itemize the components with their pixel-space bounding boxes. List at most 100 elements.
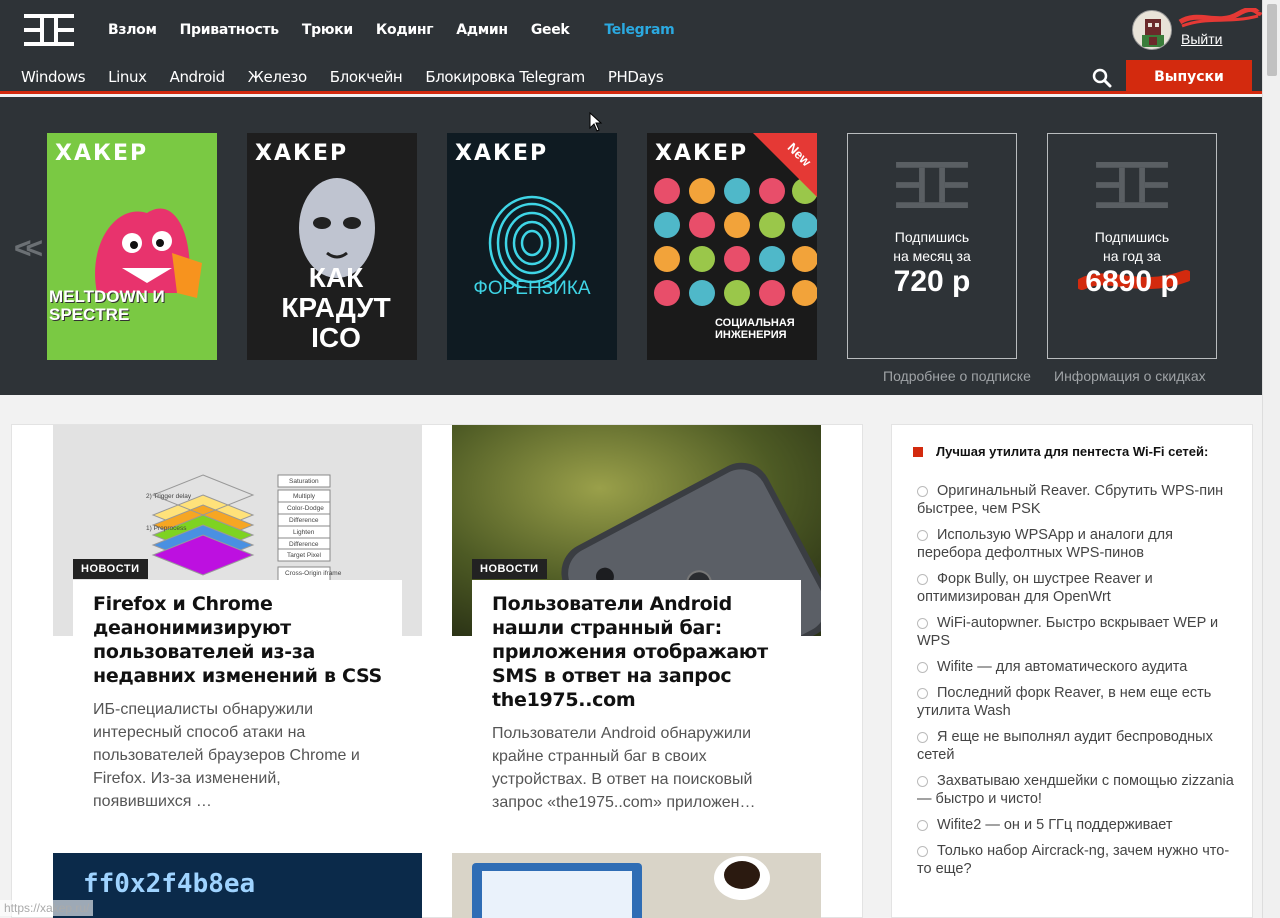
category-windows[interactable]: Windows <box>21 68 86 86</box>
nav-link-privacy[interactable]: Приватность <box>180 22 280 38</box>
subscribe-logo-icon <box>896 162 968 208</box>
diagram-label-difference-2: Difference <box>289 541 319 548</box>
category-bar: Windows Linux Android Железо Блокчейн Бл… <box>0 60 1262 94</box>
radio-button[interactable] <box>917 820 928 831</box>
poll-option-label[interactable]: Wifite — для автоматического аудита <box>937 659 1187 675</box>
radio-button[interactable] <box>917 486 928 497</box>
cover-masthead: ХАКЕР <box>455 141 549 166</box>
nav-link-tricks[interactable]: Трюки <box>302 22 353 38</box>
poll-option-label[interactable]: Оригинальный Reaver. Сбрутить WPS-пин бы… <box>917 483 1223 517</box>
subscribe-year-line1: Подпишись <box>1094 229 1170 245</box>
diagram-label-color-dodge: Color-Dodge <box>287 505 324 512</box>
poll-option[interactable]: Wifite2 — он и 5 ГГц поддерживает <box>917 816 1237 834</box>
radio-button[interactable] <box>917 776 928 787</box>
diagram-label-lighten: Lighten <box>293 529 315 536</box>
diagram-label-difference: Difference <box>289 517 319 524</box>
diagram-label-saturation: Saturation <box>289 478 319 485</box>
nav-link-geek[interactable]: Geek <box>531 22 570 38</box>
category-phdays[interactable]: PHDays <box>608 68 664 86</box>
nav-link-admin[interactable]: Админ <box>456 22 508 38</box>
issues-button[interactable]: Выпуски <box>1126 60 1252 94</box>
article-2-excerpt: Пользователи Android обнаружили крайне с… <box>492 725 756 811</box>
cover-issue-230[interactable]: ХАКЕР СОЦИАЛЬНАЯ ИНЖЕНЕРИЯ New <box>647 133 817 360</box>
subscribe-year-price: 6890 р <box>1085 265 1179 298</box>
poll-option-label[interactable]: WiFi-autopwner. Быстро вскрывает WEP и W… <box>917 615 1218 649</box>
cover-headline: MELTDOWN И SPECTRE <box>49 287 165 324</box>
article-1-card[interactable]: Firefox и Chrome деанонимизируют пользов… <box>73 580 402 813</box>
cover-masthead: ХАКЕР <box>55 141 149 166</box>
poll-option[interactable]: Последний форк Reaver, в нем еще есть ут… <box>917 684 1237 720</box>
poll-sidebar: Лучшая утилита для пентеста Wi-Fi сетей:… <box>891 424 1253 918</box>
poll-option-label[interactable]: Использую WPSApp и аналоги для перебора … <box>917 527 1173 561</box>
category-android[interactable]: Android <box>170 68 226 86</box>
discount-info-link[interactable]: Информация о скидках <box>1054 368 1206 384</box>
cover-headline: СОЦИАЛЬНАЯ ИНЖЕНЕРИЯ <box>715 317 795 341</box>
poll-option[interactable]: Форк Bully, он шустрее Reaver и оптимизи… <box>917 570 1237 606</box>
poll-option-label[interactable]: Только набор Aircrack-ng, зачем нужно чт… <box>917 843 1229 877</box>
fingerprint-icon <box>488 195 576 288</box>
cover-issue-227[interactable]: ХАКЕР MELTDOWN И SPECTRE <box>47 133 217 360</box>
poll-option-label[interactable]: Я еще не выполнял аудит беспроводных сет… <box>917 729 1213 763</box>
poll-option-label[interactable]: Wifite2 — он и 5 ГГц поддерживает <box>937 817 1173 833</box>
article-1-tag[interactable]: НОВОСТИ <box>73 559 148 579</box>
scrollbar-thumb[interactable] <box>1267 4 1277 76</box>
logout-link[interactable]: Выйти <box>1181 31 1222 47</box>
diagram-label-target-pixel: Target Pixel <box>287 552 322 559</box>
poll-option[interactable]: Wifite — для автоматического аудита <box>917 658 1237 676</box>
nav-link-hacking[interactable]: Взлом <box>108 22 157 38</box>
poll-option[interactable]: Только набор Aircrack-ng, зачем нужно чт… <box>917 842 1237 878</box>
category-hardware[interactable]: Железо <box>248 68 307 86</box>
radio-button[interactable] <box>917 732 928 743</box>
poll-option-label[interactable]: Форк Bully, он шустрее Reaver и оптимизи… <box>917 571 1153 605</box>
poll-option-label[interactable]: Последний форк Reaver, в нем еще есть ут… <box>917 685 1211 719</box>
article-2-card[interactable]: Пользователи Android нашли странный баг:… <box>472 580 801 814</box>
poll-option[interactable]: Я еще не выполнял аудит беспроводных сет… <box>917 728 1237 764</box>
redacted-username-scribble <box>1178 8 1262 28</box>
radio-button[interactable] <box>917 846 928 857</box>
article-3-image[interactable]: ff0x2f4b8ea <box>53 853 422 918</box>
diagram-label-cross-origin: Cross-Origin iframe <box>285 570 342 577</box>
nav-link-coding[interactable]: Кодинг <box>376 22 434 38</box>
hex-code-text: ff0x2f4b8ea <box>83 869 256 899</box>
radio-button[interactable] <box>917 662 928 673</box>
cover-masthead: ХАКЕР <box>255 141 349 166</box>
category-blockchain[interactable]: Блокчейн <box>330 68 403 86</box>
radio-button[interactable] <box>917 574 928 585</box>
article-2-tag[interactable]: НОВОСТИ <box>472 559 547 579</box>
diagram-label-preprocess: 1) Preprocess <box>146 525 187 532</box>
subscription-details-link[interactable]: Подробнее о подписке <box>883 368 1031 384</box>
poll-option[interactable]: Оригинальный Reaver. Сбрутить WPS-пин бы… <box>917 482 1237 518</box>
cover-issue-228[interactable]: ХАКЕР КАК КРАДУТ ICO <box>247 133 417 360</box>
subscribe-month-box[interactable]: Подпишись на месяц за 720 р <box>847 133 1017 359</box>
poll-option[interactable]: WiFi-autopwner. Быстро вскрывает WEP и W… <box>917 614 1237 650</box>
radio-button[interactable] <box>917 688 928 699</box>
subscribe-month-price: 720 р <box>893 265 971 298</box>
subscribe-logo-icon <box>1096 162 1168 208</box>
article-2-title[interactable]: Пользователи Android нашли странный баг:… <box>492 592 781 712</box>
article-1-title[interactable]: Firefox и Chrome деанонимизируют пользов… <box>93 592 382 688</box>
poll-option[interactable]: Использую WPSApp и аналоги для перебора … <box>917 526 1237 562</box>
page-scrollbar[interactable] <box>1262 0 1280 918</box>
cover-masthead: ХАКЕР <box>655 141 749 166</box>
poll-option[interactable]: Захватываю хендшейки с помощью zizzania … <box>917 772 1237 808</box>
cover-issue-229[interactable]: ХАКЕР ФОРЕНЗИКА <box>447 133 617 360</box>
search-icon[interactable] <box>1092 68 1112 88</box>
desk-photo-icon <box>472 856 770 918</box>
subscribe-year-box[interactable]: Подпишись на год за 6890 р <box>1047 133 1217 359</box>
status-bar-url: https://xakep.ru/ <box>0 900 94 916</box>
mouse-cursor-icon <box>589 112 603 132</box>
article-4-image[interactable] <box>452 853 821 918</box>
poll-option-label[interactable]: Захватываю хендшейки с помощью zizzania … <box>917 773 1234 807</box>
category-telegram-block[interactable]: Блокировка Telegram <box>425 68 585 86</box>
radio-button[interactable] <box>917 618 928 629</box>
subscribe-year-line2: на год за <box>1103 248 1161 264</box>
carousel-prev-icon[interactable]: << <box>14 232 43 266</box>
cover-headline: КАК КРАДУТ ICO <box>281 262 391 353</box>
cover-headline: ФОРЕНЗИКА <box>473 278 591 299</box>
avatar[interactable] <box>1132 10 1172 50</box>
site-logo[interactable] <box>24 14 74 46</box>
radio-button[interactable] <box>917 530 928 541</box>
category-linux[interactable]: Linux <box>108 68 147 86</box>
nav-link-telegram[interactable]: Telegram <box>604 22 674 38</box>
category-nav: Windows Linux Android Железо Блокчейн Бл… <box>21 60 686 94</box>
